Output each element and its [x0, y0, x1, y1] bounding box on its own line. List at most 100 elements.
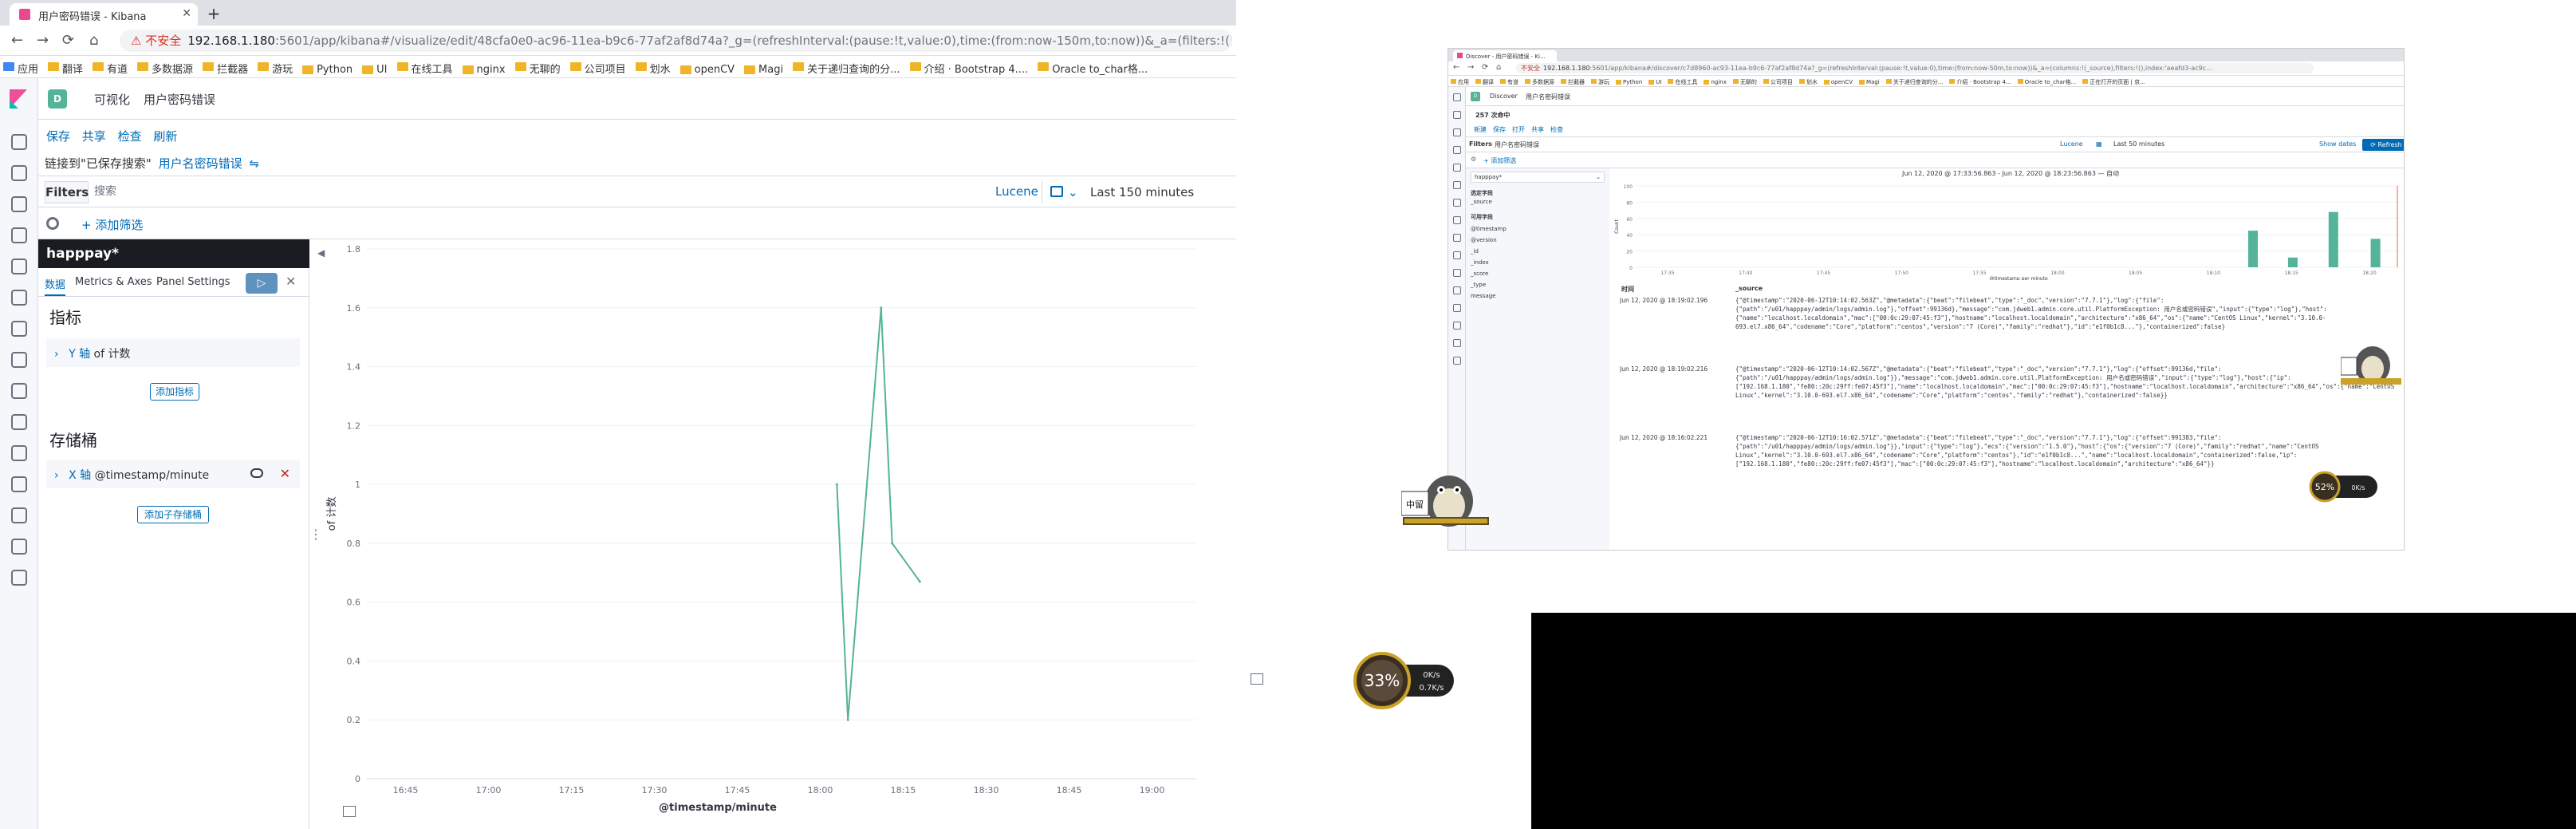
infra-icon[interactable]: [11, 352, 27, 368]
bucket-agg-row[interactable]: › X 轴 @timestamp/minute ✕: [46, 460, 300, 488]
linked-search-link[interactable]: 用户名密码错误: [159, 156, 242, 171]
document-row[interactable]: Jun 12, 2020 @ 18:19:02.196 {"@timestamp"…: [1620, 296, 2401, 360]
apm-icon[interactable]: [11, 414, 27, 430]
field-item[interactable]: _type: [1471, 282, 1486, 288]
field-item[interactable]: _score: [1471, 270, 1488, 277]
bookmark-item[interactable]: 介绍 · Bootstrap 4....: [907, 56, 1035, 77]
dev-tools-icon[interactable]: [11, 507, 27, 523]
query-language-button[interactable]: Lucene: [2060, 140, 2083, 148]
calendar-icon[interactable]: [1050, 186, 1063, 197]
nav-app-icon[interactable]: [1453, 269, 1461, 277]
bookmark-item[interactable]: 在线工具: [1665, 76, 1701, 86]
security-warning[interactable]: ⚠ 不安全: [131, 34, 181, 48]
search-input[interactable]: 搜索: [94, 183, 116, 199]
bookmark-item[interactable]: Python: [1613, 77, 1646, 85]
bookmark-item[interactable]: 多数据源: [1522, 76, 1558, 86]
nav-app-icon[interactable]: [1453, 111, 1461, 119]
time-range-label[interactable]: Last 50 minutes: [2113, 140, 2164, 148]
bookmark-item[interactable]: 划水: [1797, 76, 1822, 86]
bookmark-item[interactable]: Oracle to_char格...: [1034, 56, 1154, 77]
close-tab-icon[interactable]: ✕: [182, 7, 191, 20]
url-input[interactable]: ⚠ 不安全 192.168.1.180:5601/app/kibana#/visu…: [120, 30, 1232, 52]
field-item[interactable]: @version: [1471, 237, 1497, 243]
space-avatar[interactable]: D: [48, 89, 67, 109]
refresh-button[interactable]: ⟳ Refresh: [2362, 139, 2404, 151]
chevron-down-icon[interactable]: ⌄: [1068, 181, 1078, 203]
space-avatar[interactable]: D: [1471, 92, 1480, 101]
nav-app-icon[interactable]: [1453, 128, 1461, 136]
bookmark-item[interactable]: UI: [1646, 77, 1665, 85]
breadcrumb-visualize[interactable]: 可视化: [94, 91, 130, 108]
nav-app-icon[interactable]: [1453, 181, 1461, 189]
gear-icon[interactable]: [46, 217, 59, 230]
maps-icon[interactable]: [11, 290, 27, 306]
menu-open[interactable]: 打开: [1512, 125, 1525, 134]
tab-metrics-axes[interactable]: Metrics & Axes: [75, 276, 152, 288]
discover-icon[interactable]: [11, 165, 27, 181]
ml-icon[interactable]: [11, 321, 27, 337]
bookmark-item[interactable]: 公司项目: [567, 56, 632, 77]
recent-icon[interactable]: [11, 134, 27, 150]
nav-app-icon[interactable]: [1453, 286, 1461, 294]
nav-app-icon[interactable]: [1453, 164, 1461, 172]
discard-close-icon[interactable]: ✕: [286, 274, 296, 289]
chevron-right-icon[interactable]: ›: [54, 348, 59, 361]
add-filter-button[interactable]: + 添加筛选: [1483, 156, 1516, 165]
nav-app-icon[interactable]: [1453, 339, 1461, 347]
search-input[interactable]: 用户名密码错误: [1495, 140, 1539, 149]
bookmark-item[interactable]: 翻译: [1473, 76, 1498, 86]
nav-app-icon[interactable]: [1453, 304, 1461, 312]
metric-agg-row[interactable]: › Y 轴 of 计数: [46, 338, 300, 367]
menu-share[interactable]: 共享: [82, 128, 106, 144]
stack-mgmt-icon[interactable]: [11, 570, 27, 586]
menu-save[interactable]: 保存: [1493, 125, 1506, 134]
new-tab-button[interactable]: +: [204, 5, 223, 24]
bookmark-item[interactable]: 无聊的: [1731, 76, 1761, 86]
bookmark-item[interactable]: 有道: [1498, 76, 1522, 86]
dashboard-icon[interactable]: [11, 227, 27, 243]
bookmark-item[interactable]: 有道: [89, 56, 134, 77]
browser-tab-active[interactable]: 用户密码错误 - Kibana ✕: [10, 3, 198, 26]
security-warning[interactable]: 不安全: [1521, 65, 1540, 72]
tab-panel-settings[interactable]: Panel Settings: [156, 276, 230, 288]
forward-arrow-icon[interactable]: →: [37, 32, 49, 49]
bookmark-item[interactable]: 应用: [1448, 76, 1473, 86]
tab-data[interactable]: 数据: [45, 276, 66, 296]
bookmark-item[interactable]: 游玩: [254, 56, 299, 77]
col-time-header[interactable]: 时间: [1621, 285, 1634, 294]
menu-share[interactable]: 共享: [1531, 125, 1544, 134]
monitoring-icon[interactable]: [11, 539, 27, 555]
add-bucket-button[interactable]: 添加子存储桶: [137, 506, 209, 523]
menu-save[interactable]: 保存: [46, 128, 70, 144]
speed-widget-small[interactable]: 52% 0K/s: [2307, 471, 2379, 503]
bookmark-item[interactable]: 应用: [0, 56, 45, 77]
back-arrow-icon[interactable]: ←: [11, 32, 23, 49]
uptime-icon[interactable]: [11, 445, 27, 461]
menu-refresh[interactable]: 刷新: [153, 128, 177, 144]
bookmark-item[interactable]: Magi: [1857, 77, 1884, 85]
chevron-right-icon[interactable]: ›: [54, 469, 59, 482]
forward-arrow-icon[interactable]: →: [1467, 63, 1474, 72]
bookmark-item[interactable]: Magi: [741, 59, 790, 77]
canvas-icon[interactable]: [11, 259, 27, 274]
field-item[interactable]: @timestamp: [1471, 226, 1507, 232]
bookmark-item[interactable]: 拦截器: [199, 56, 254, 77]
nav-app-icon[interactable]: [1453, 216, 1461, 224]
breadcrumb-discover[interactable]: Discover: [1490, 93, 1518, 100]
bookmark-item[interactable]: 公司项目: [1761, 76, 1797, 86]
kibana-logo-icon[interactable]: [10, 89, 27, 109]
bookmark-item[interactable]: openCV: [677, 59, 741, 77]
remove-agg-icon[interactable]: ✕: [280, 466, 290, 481]
bookmark-item[interactable]: 游玩: [1589, 76, 1613, 86]
bookmark-item[interactable]: 多数据源: [134, 56, 199, 77]
bookmark-item[interactable]: 拦截器: [1558, 76, 1589, 86]
mascot-widget-small[interactable]: [2341, 343, 2401, 393]
bookmark-item[interactable]: 关于递归查询的分...: [790, 56, 906, 77]
menu-new[interactable]: 新建: [1474, 125, 1487, 134]
bookmark-item[interactable]: 正在打开的页面 | 京...: [2080, 76, 2149, 86]
panel-icon[interactable]: [1251, 673, 1263, 685]
bookmark-item[interactable]: 关于递归查询的分...: [1884, 76, 1948, 86]
nav-app-icon[interactable]: [1453, 322, 1461, 330]
menu-inspect[interactable]: 检查: [118, 128, 142, 144]
date-picker[interactable]: ⌄ Last 150 minutes: [1042, 181, 1217, 203]
